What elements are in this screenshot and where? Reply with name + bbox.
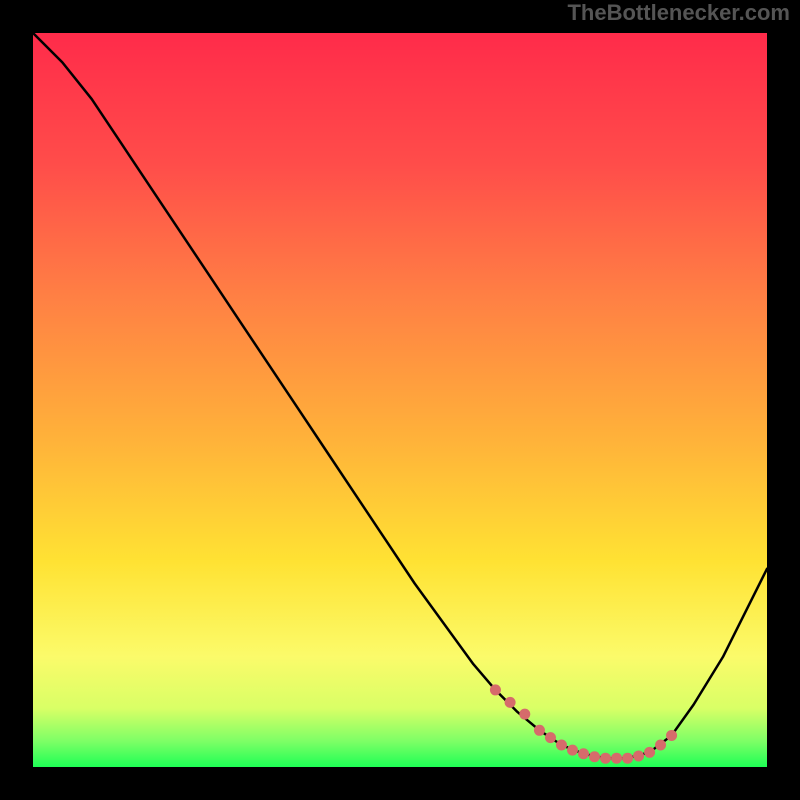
chart-container: TheBottlenecker.com — [0, 0, 800, 800]
watermark: TheBottlenecker.com — [567, 0, 790, 26]
plot-area — [33, 33, 767, 767]
chart-svg — [33, 33, 767, 767]
